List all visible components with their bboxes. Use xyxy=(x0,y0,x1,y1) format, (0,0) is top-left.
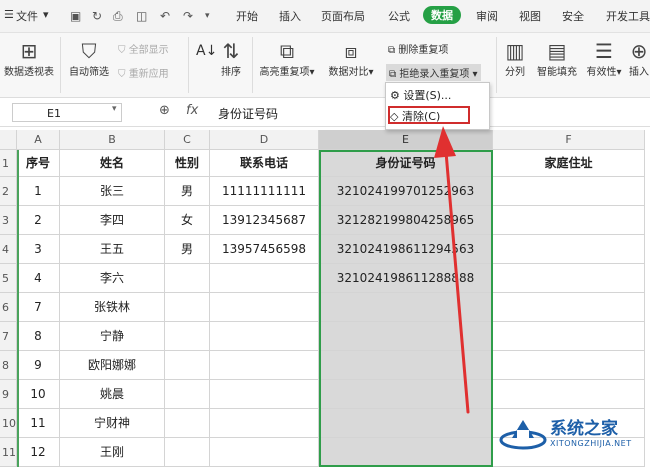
watermark-url: XITONGZHIJIA.NET xyxy=(550,439,632,448)
watermark-title: 系统之家 xyxy=(550,419,618,439)
arrow-head xyxy=(434,126,456,158)
annotation-arrow xyxy=(434,126,470,414)
watermark: 系统之家 XITONGZHIJIA.NET xyxy=(498,410,643,460)
watermark-logo-icon xyxy=(499,420,547,450)
arrow-shaft xyxy=(444,150,470,414)
